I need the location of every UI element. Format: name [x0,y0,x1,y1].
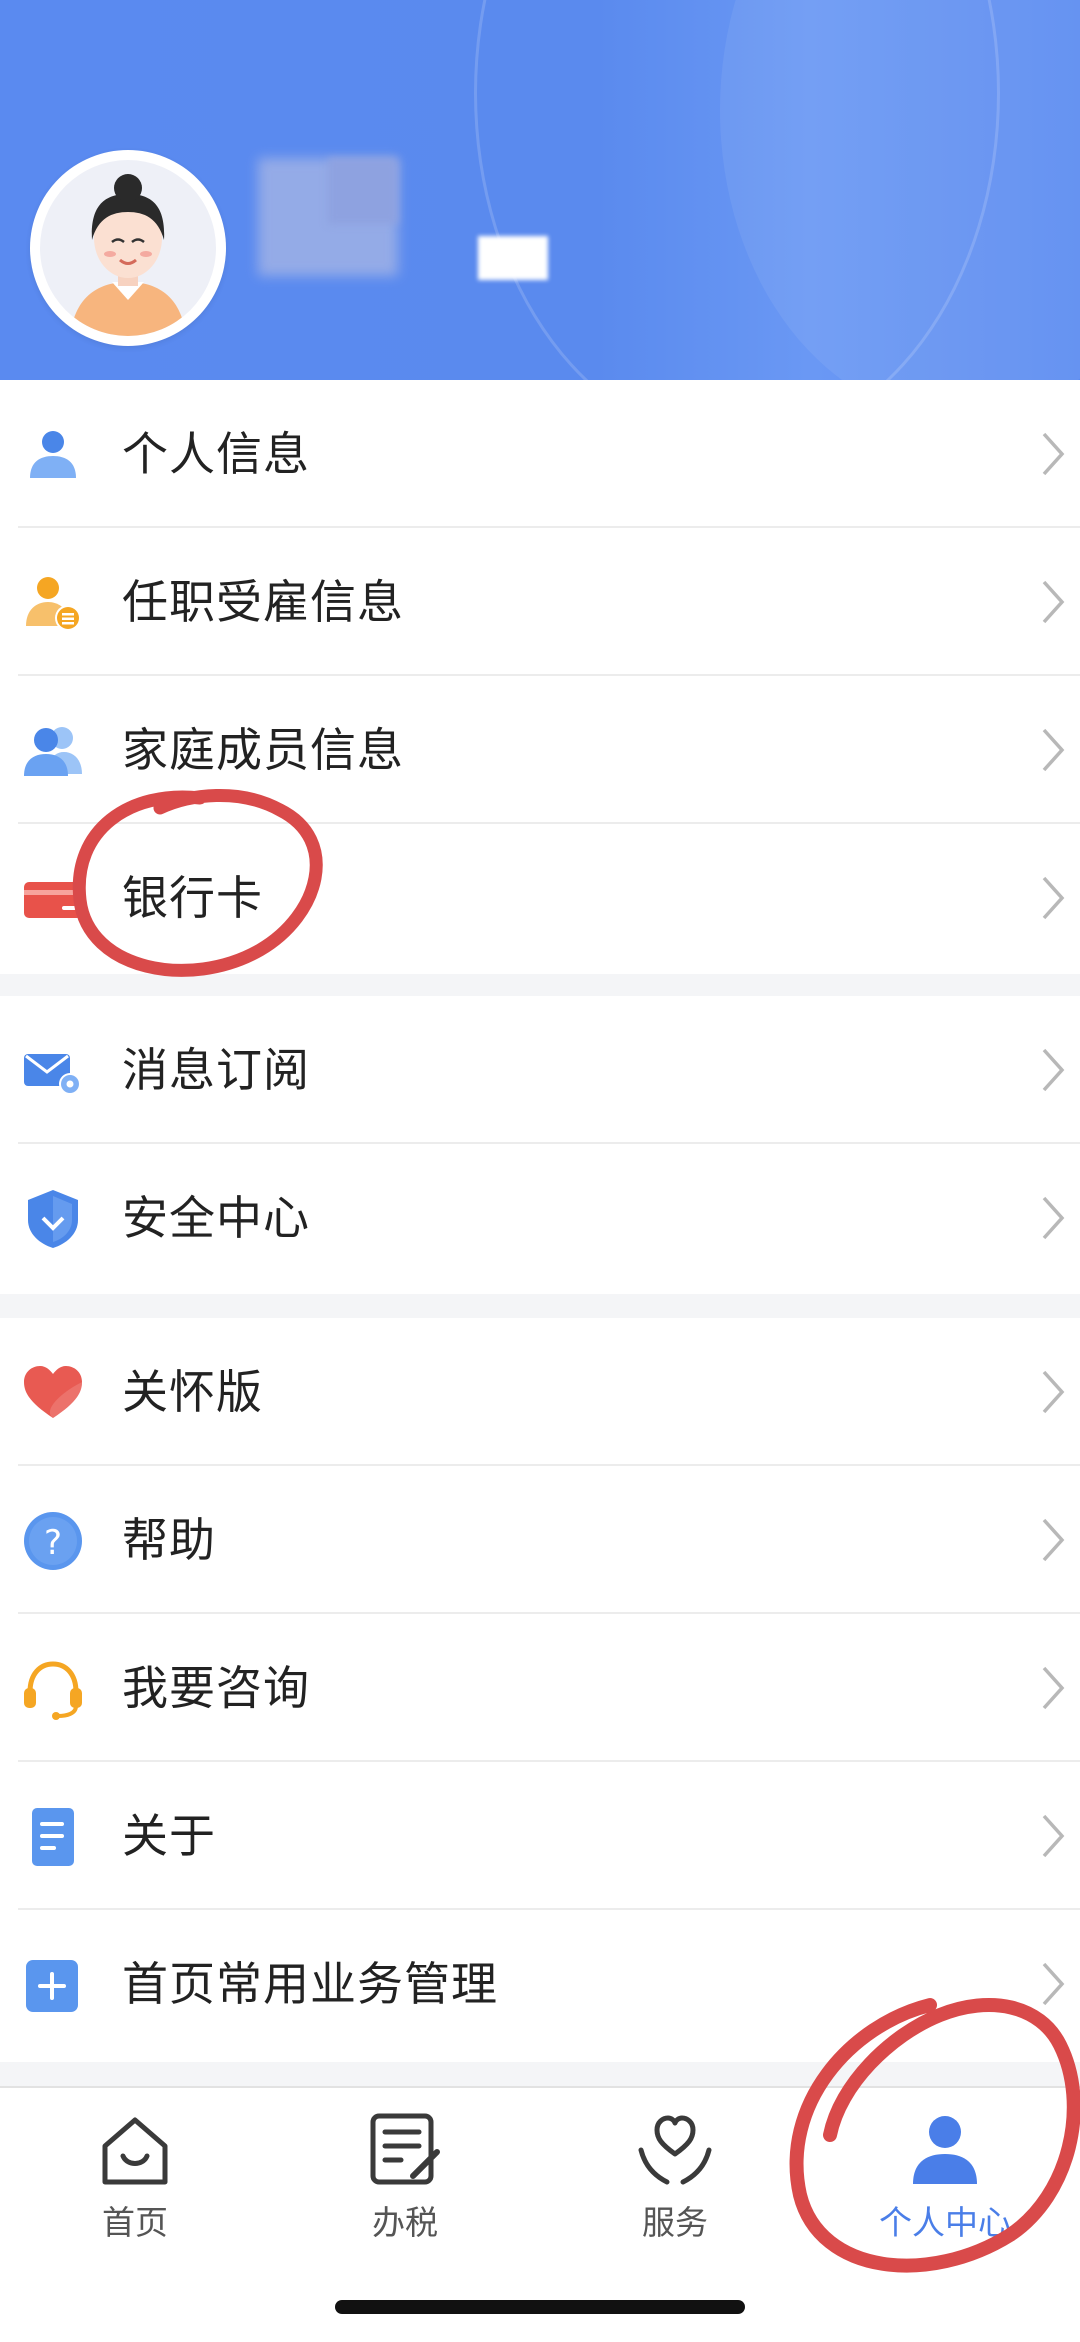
user-center-icon [913,2116,977,2184]
menu-item-label: 安全中心 [122,1191,310,1245]
menu-item-message-subscription[interactable]: 消息订阅 [0,996,1080,1144]
menu-item-bank-card[interactable]: 银行卡 [0,824,1080,972]
menu-item-employment-info[interactable]: 任职受雇信息 [0,528,1080,676]
chevron-right-icon [1042,1962,1065,2006]
chevron-right-icon [1042,1048,1065,1092]
bank-card-icon [24,882,82,918]
document-icon [32,1808,74,1866]
menu-item-family-info[interactable]: 家庭成员信息 [0,676,1080,824]
chevron-right-icon [1042,1814,1065,1858]
tab-label: 个人中心 [879,2203,1011,2242]
menu-item-label: 关于 [122,1809,216,1863]
chevron-right-icon [1042,1370,1065,1414]
service-heart-icon [638,2115,712,2185]
menu-item-label: 帮助 [122,1513,216,1567]
menu-item-label: 个人信息 [122,427,310,481]
employment-icon [26,577,81,631]
chevron-right-icon [1042,876,1065,920]
home-indicator [335,2300,745,2314]
menu-item-label: 消息订阅 [122,1043,310,1097]
avatar[interactable] [30,150,226,346]
tab-tax[interactable]: 办税 [270,2088,540,2258]
menu-group-settings: 消息订阅 安全中心 [0,996,1080,1294]
help-icon: ? [24,1512,82,1570]
menu-item-personal-info[interactable]: 个人信息 [0,380,1080,528]
svg-text:?: ? [44,1523,62,1563]
menu-item-label: 家庭成员信息 [122,723,404,777]
mail-settings-icon [24,1054,81,1095]
headset-icon [24,1661,82,1720]
menu-item-about[interactable]: 关于 [0,1762,1080,1910]
menu-item-label: 首页常用业务管理 [122,1957,498,2011]
menu-item-help[interactable]: ? 帮助 [0,1466,1080,1614]
menu-item-label: 我要咨询 [122,1661,310,1715]
profile-header [0,0,1080,380]
chevron-right-icon [1042,432,1065,476]
family-icon [24,727,82,776]
shield-icon [28,1190,78,1248]
home-icon [102,2117,168,2185]
user-name-redacted [258,158,554,288]
tax-edit-icon [370,2113,440,2185]
chevron-right-icon [1042,580,1065,624]
menu-item-label: 关怀版 [122,1365,263,1419]
menu-group-account: 个人信息 任职受雇信息 家庭成员信息 银行卡 [0,380,1080,974]
chevron-right-icon [1042,728,1065,772]
menu-item-security-center[interactable]: 安全中心 [0,1144,1080,1292]
plus-square-icon [26,1960,78,2012]
chevron-right-icon [1042,1196,1065,1240]
menu-item-consult[interactable]: 我要咨询 [0,1614,1080,1762]
heart-icon [24,1366,82,1418]
woman-avatar-icon [70,174,186,336]
chevron-right-icon [1042,1666,1065,1710]
tab-home[interactable]: 首页 [0,2088,270,2258]
tab-service[interactable]: 服务 [540,2088,810,2258]
menu-item-homepage-business-management[interactable]: 首页常用业务管理 [0,1910,1080,2058]
menu-item-label: 任职受雇信息 [122,575,404,629]
tab-label: 服务 [642,2203,708,2242]
menu-item-care-mode[interactable]: 关怀版 [0,1318,1080,1466]
person-icon [30,431,76,478]
chevron-right-icon [1042,1518,1065,1562]
tab-label: 办税 [372,2203,438,2242]
tab-personal-center[interactable]: 个人中心 [810,2088,1080,2258]
menu-group-support: 关怀版 ? 帮助 我要咨询 关于 首页常用业务管理 [0,1318,1080,2062]
menu-item-label: 银行卡 [122,871,263,925]
tab-label: 首页 [102,2203,168,2242]
